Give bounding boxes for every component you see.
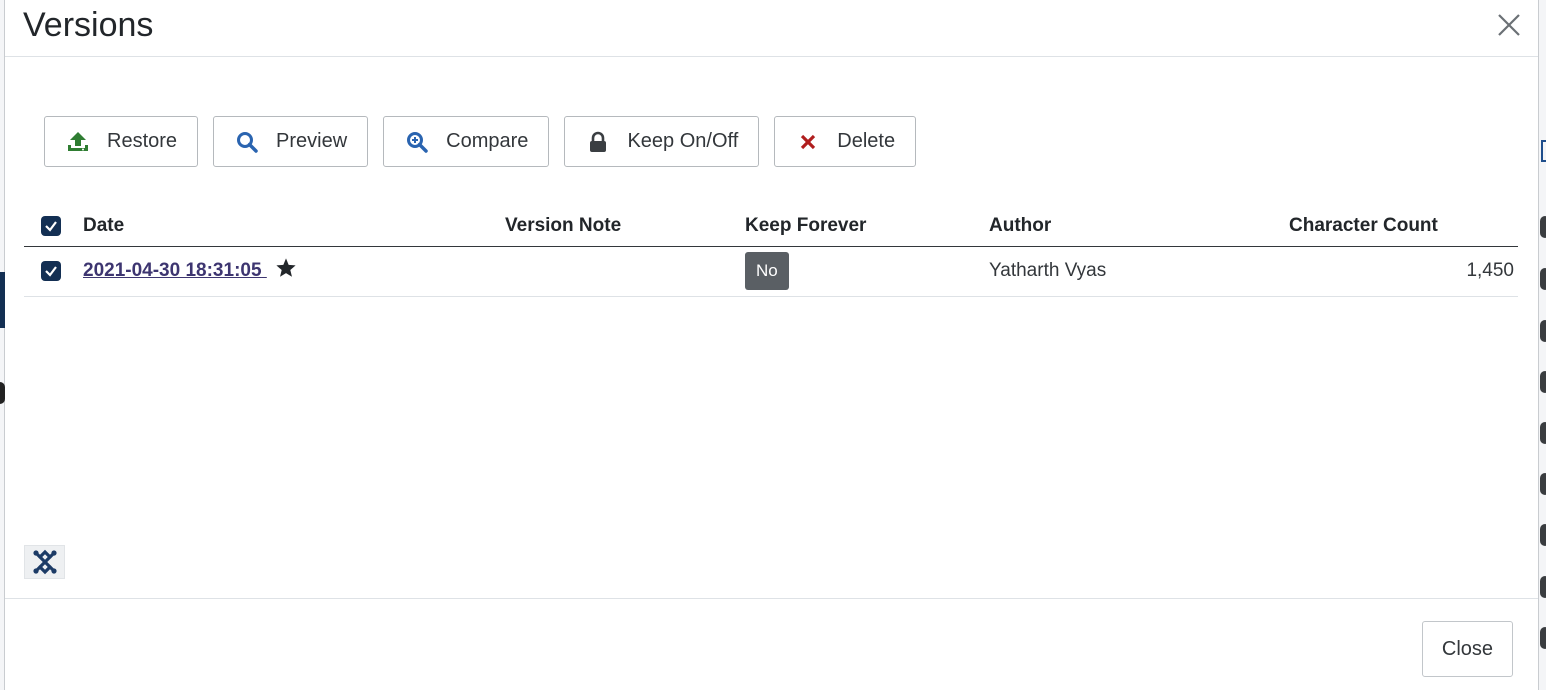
- compare-button[interactable]: Compare: [383, 116, 550, 167]
- header-author[interactable]: Author: [989, 206, 1289, 247]
- background-dot: [1540, 320, 1546, 342]
- background-dot: [1540, 268, 1546, 290]
- background-dot: [1540, 524, 1546, 546]
- header-date[interactable]: Date: [83, 206, 505, 247]
- delete-label: Delete: [837, 130, 896, 152]
- row-date-cell: 2021-04-30 18:31:05: [83, 246, 505, 297]
- keep-on-off-label: Keep On/Off: [627, 130, 739, 152]
- modal-header: Versions: [5, 0, 1538, 57]
- upload-icon: [67, 131, 89, 153]
- background-dot: [1540, 576, 1546, 598]
- table-header-row: Date Version Note Keep Forever Author Ch…: [24, 206, 1518, 247]
- zoom-in-icon: [406, 131, 428, 153]
- delete-button[interactable]: Delete: [774, 116, 917, 167]
- modal-title: Versions: [23, 6, 154, 44]
- preview-label: Preview: [276, 130, 348, 152]
- background-dot: [1540, 216, 1546, 238]
- version-date-link[interactable]: 2021-04-30 18:31:05: [83, 260, 267, 281]
- x-icon: [797, 131, 819, 153]
- versions-modal: Versions Restore Preview Compare Keep On…: [5, 0, 1538, 690]
- restore-button[interactable]: Restore: [44, 116, 199, 167]
- header-keep-forever[interactable]: Keep Forever: [745, 206, 989, 247]
- restore-label: Restore: [107, 130, 178, 152]
- header-character-count[interactable]: Character Count: [1289, 206, 1518, 247]
- modal-footer: Close: [5, 598, 1538, 690]
- background-dot: [1540, 371, 1546, 393]
- row-select-cell: [24, 246, 83, 297]
- star-icon: [275, 257, 297, 285]
- background-dot: [1540, 473, 1546, 495]
- background-dot: [1540, 627, 1546, 649]
- keep-on-off-button[interactable]: Keep On/Off: [564, 116, 760, 167]
- toolbar: Restore Preview Compare Keep On/Off Dele…: [44, 116, 917, 167]
- joomla-logo-icon[interactable]: [24, 545, 65, 579]
- select-all-checkbox[interactable]: [41, 215, 61, 236]
- versions-table: Date Version Note Keep Forever Author Ch…: [24, 206, 1518, 297]
- select-all-cell: [24, 206, 83, 247]
- preview-button[interactable]: Preview: [213, 116, 369, 167]
- row-version-note: [505, 246, 745, 297]
- header-version-note[interactable]: Version Note: [505, 206, 745, 247]
- lock-icon: [587, 131, 609, 153]
- row-author: Yatharth Vyas: [989, 246, 1289, 297]
- version-date-text: 2021-04-30 18:31:05: [83, 260, 262, 281]
- row-checkbox[interactable]: [41, 260, 61, 281]
- close-button[interactable]: Close: [1422, 621, 1513, 677]
- table-row: 2021-04-30 18:31:05 No Yatharth Vyas 1,4…: [24, 246, 1518, 297]
- row-keep-forever-cell: No: [745, 246, 989, 297]
- background-dot: [1540, 422, 1546, 444]
- keep-forever-toggle[interactable]: No: [745, 252, 789, 290]
- search-icon: [236, 131, 258, 153]
- close-icon[interactable]: [1494, 10, 1524, 40]
- compare-label: Compare: [446, 130, 529, 152]
- background-page-right: [1538, 0, 1546, 690]
- row-character-count: 1,450: [1289, 246, 1518, 297]
- background-box: [1541, 140, 1546, 162]
